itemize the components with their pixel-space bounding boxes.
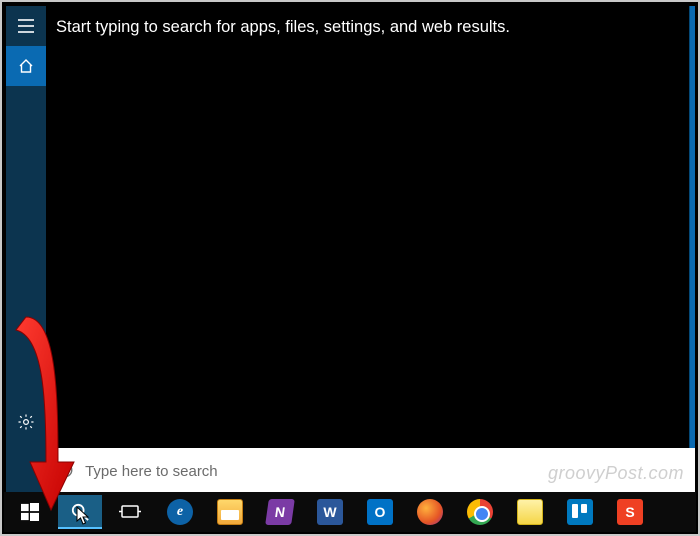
taskbar-app-outlook[interactable]: O — [358, 495, 402, 529]
taskbar-app-firefox[interactable] — [408, 495, 452, 529]
windows-logo-icon — [21, 503, 39, 521]
cortana-sidebar — [6, 6, 46, 494]
cortana-prompt-text: Start typing to search for apps, files, … — [56, 18, 510, 36]
taskbar-app-trello[interactable] — [558, 495, 602, 529]
taskbar-app-word[interactable]: W — [308, 495, 352, 529]
sticky-notes-icon — [517, 499, 543, 525]
cortana-search-flyout: Start typing to search for apps, files, … — [6, 6, 695, 494]
home-icon[interactable] — [6, 46, 46, 86]
taskbar-app-onenote[interactable]: N — [258, 495, 302, 529]
start-button[interactable] — [8, 495, 52, 529]
outlook-icon: O — [367, 499, 393, 525]
taskbar-app-edge[interactable]: e — [158, 495, 202, 529]
search-box[interactable] — [46, 448, 695, 494]
cortana-circle-icon — [56, 461, 75, 481]
content-scrollbar[interactable] — [689, 6, 695, 448]
word-icon: W — [317, 499, 343, 525]
file-explorer-icon — [217, 499, 243, 525]
onenote-icon: N — [265, 499, 295, 525]
taskbar-app-sticky-notes[interactable] — [508, 495, 552, 529]
cortana-search-button[interactable] — [58, 495, 102, 529]
screenshot-frame: Start typing to search for apps, files, … — [0, 0, 700, 536]
edge-icon: e — [167, 499, 193, 525]
taskbar: e N W O S — [4, 492, 696, 532]
search-input[interactable] — [85, 463, 685, 480]
cortana-content: Start typing to search for apps, files, … — [46, 6, 691, 448]
taskbar-app-snagit[interactable]: S — [608, 495, 652, 529]
gear-icon[interactable] — [6, 402, 46, 442]
chrome-icon — [467, 499, 493, 525]
task-view-icon — [119, 504, 141, 520]
taskbar-app-file-explorer[interactable] — [208, 495, 252, 529]
hamburger-icon[interactable] — [6, 6, 46, 46]
taskbar-app-chrome[interactable] — [458, 495, 502, 529]
firefox-icon — [417, 499, 443, 525]
snagit-icon: S — [617, 499, 643, 525]
task-view-button[interactable] — [108, 495, 152, 529]
search-icon — [71, 503, 89, 521]
trello-icon — [567, 499, 593, 525]
